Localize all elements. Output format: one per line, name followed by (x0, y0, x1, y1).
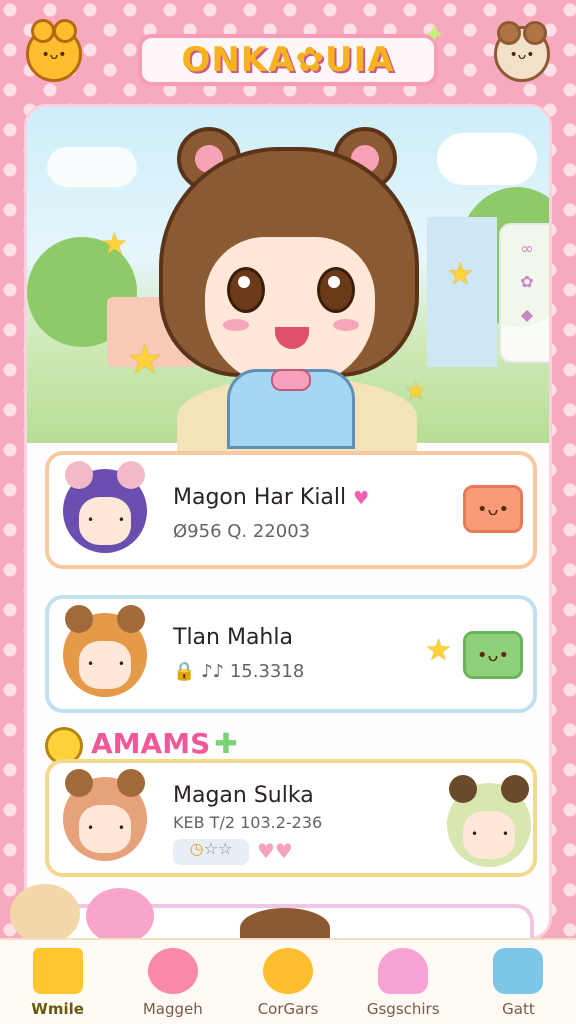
star-icon: ★ (447, 257, 474, 292)
chibi-icon (10, 884, 80, 944)
avatar: • • (63, 605, 147, 697)
nav-item-corgars[interactable]: CorGars (230, 940, 345, 1024)
nav-label: Gsgschirs (366, 1000, 440, 1018)
card-meta: 🔒 ♪♪ 15.3318 (173, 661, 305, 682)
star-face-icon: ★ (127, 337, 163, 383)
friend-card[interactable]: • • Magon Har Kiall ♥ Ø956 Q. 22003 •ᴗ• (45, 451, 537, 569)
star-face-icon: ★ (425, 633, 452, 668)
card-name: Magan Sulka (173, 783, 314, 808)
hamster-mascot-icon: •ᴗ• (494, 21, 550, 82)
rating-badge: ◷☆☆ (173, 839, 249, 865)
nav-label: Gatt (502, 1000, 535, 1018)
bear-mascot-icon: •ᴗ• (26, 19, 82, 82)
heart-icon (378, 948, 429, 994)
star-icon: ★ (101, 227, 128, 262)
home-icon (32, 948, 83, 994)
clock-icon: ◷ (189, 839, 204, 858)
bottom-nav: Wmile Maggeh CorGars Gsgschirs Gatt (0, 938, 576, 1024)
character-eye (317, 267, 355, 313)
card-name: Tlan Mahla (173, 625, 293, 650)
character-blush (333, 319, 359, 331)
app-header: •ᴗ• ONKA✿UIA ✦ •ᴗ• (0, 0, 576, 100)
side-tool-panel[interactable]: ∞ ✿ ◆ (499, 223, 549, 363)
cloud-icon (437, 133, 537, 185)
card-meta: Ø956 Q. 22003 (173, 521, 311, 542)
heart-icon: ♥ (353, 488, 370, 509)
avatar: • • (447, 775, 531, 867)
nav-label: Maggeh (142, 1000, 203, 1018)
main-panel: ★ ★ ★ ★ ∞ ✿ ◆ • • Magon Har Kiall ♥ Ø956… (24, 104, 552, 940)
nav-item-maggeh[interactable]: Maggeh (115, 940, 230, 1024)
bow-icon (271, 369, 311, 391)
friend-card[interactable]: • • Tlan Mahla 🔒 ♪♪ 15.3318 ★ •ᴗ• (45, 595, 537, 713)
bear-icon (147, 948, 198, 994)
logo-text: ONKA✿UIA (181, 40, 395, 80)
app-logo: ONKA✿UIA ✦ (138, 20, 445, 86)
diamond-icon[interactable]: ◆ (501, 305, 549, 324)
hero-banner: ★ ★ ★ ★ ∞ ✿ ◆ (27, 107, 549, 457)
card-meta: KEB T/2 103.2-236 (173, 813, 323, 832)
avatar: • • (63, 461, 147, 553)
bow-tool-icon[interactable]: ✿ (501, 272, 549, 291)
nav-item-gatt[interactable]: Gatt (461, 940, 576, 1024)
nav-item-gsgschirs[interactable]: Gsgschirs (346, 940, 461, 1024)
nav-label: CorGars (257, 1000, 319, 1018)
heart-icon: ♥♥ (257, 839, 293, 863)
nav-label: Wmile (31, 1000, 84, 1018)
friend-card[interactable]: • • Magan Sulka KEB T/2 103.2-236 ◷☆☆ ♥♥… (45, 759, 537, 877)
card-action-button[interactable]: •ᴗ• (463, 485, 523, 533)
character-blush (223, 319, 249, 331)
cloud-icon (47, 147, 137, 187)
avatar: • • (63, 769, 147, 861)
card-action-button[interactable]: •ᴗ• (463, 631, 523, 679)
chibi-icon (86, 888, 154, 944)
nav-item-home[interactable]: Wmile (0, 940, 115, 1024)
sparkle-icon: ✦ (423, 20, 446, 50)
character-eye (227, 267, 265, 313)
bead-icon[interactable]: ∞ (501, 239, 549, 258)
card-name: Magon Har Kiall ♥ (173, 485, 370, 510)
candy-icon (493, 948, 544, 994)
character-face (205, 237, 375, 387)
clover-icon: ✚ (214, 727, 238, 760)
building-icon (427, 217, 497, 367)
star-icon: ★ (405, 377, 427, 405)
bear-face-icon (263, 948, 313, 994)
